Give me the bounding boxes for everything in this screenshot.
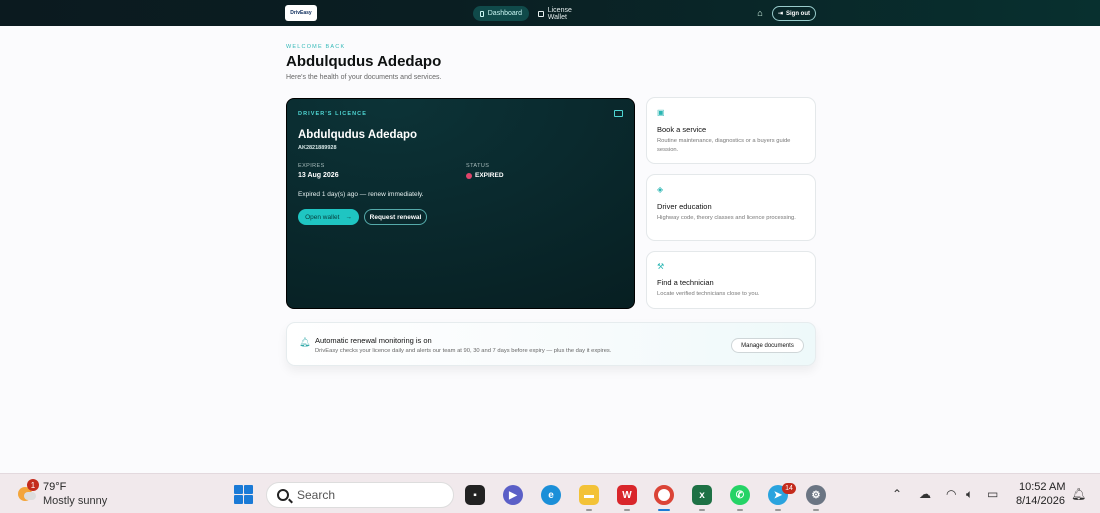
logo-text: DrivEasy bbox=[290, 10, 312, 16]
request-renewal-button[interactable]: Request renewal bbox=[364, 209, 427, 225]
wifi-icon[interactable]: ◠ bbox=[946, 487, 956, 501]
manage-documents-button[interactable]: Manage documents bbox=[731, 338, 804, 353]
expires-label: EXPIRES bbox=[298, 163, 325, 169]
service-card-book-service[interactable]: ▣ Book a service Routine maintenance, di… bbox=[646, 97, 816, 164]
calendar-icon: ▣ bbox=[657, 108, 665, 117]
sign-out-label: Sign out bbox=[786, 10, 811, 17]
bell-icon: 🔔︎ bbox=[299, 337, 311, 347]
sign-out-icon: ⇥ bbox=[777, 11, 784, 17]
file-explorer-icon[interactable]: ▬ bbox=[579, 485, 599, 505]
teams-icon[interactable]: ▶ bbox=[503, 485, 523, 505]
expiry-message: Expired 1 day(s) ago — renew immediately… bbox=[298, 191, 424, 198]
service-title: Driver education bbox=[657, 202, 712, 211]
cloud-sync-icon[interactable]: ☁ bbox=[919, 487, 931, 501]
chevron-up-icon[interactable]: ⌃ bbox=[892, 487, 902, 501]
service-description: Routine maintenance, diagnostics or a bu… bbox=[657, 138, 791, 153]
taskbar-running-indicator bbox=[624, 509, 630, 511]
weather-condition[interactable]: Mostly sunny bbox=[43, 495, 107, 507]
battery-icon[interactable]: ▭ bbox=[987, 487, 998, 501]
windows-taskbar: 1 79°F Mostly sunny Search ▪ ▶ e ▬ W x ✆… bbox=[0, 473, 1100, 513]
whatsapp-icon[interactable]: ✆ bbox=[730, 485, 750, 505]
wrench-icon: ⚒ bbox=[657, 262, 665, 271]
taskbar-running-indicator bbox=[699, 509, 705, 511]
service-card-driver-education[interactable]: ◈ Driver education Highway code, theory … bbox=[646, 174, 816, 241]
service-title: Find a technician bbox=[657, 278, 714, 287]
notification-bell-icon[interactable]: 🔔︎ bbox=[1071, 487, 1086, 501]
home-icon[interactable]: ⌂ bbox=[755, 8, 765, 18]
task-view-icon[interactable]: ▪ bbox=[465, 485, 485, 505]
search-placeholder: Search bbox=[297, 488, 336, 502]
licence-holder-name: Abdulqudus Adedapo bbox=[298, 129, 418, 141]
taskbar-running-indicator bbox=[586, 509, 592, 511]
nav-dashboard-label: Dashboard bbox=[487, 10, 522, 17]
page-subtitle: Here's the health of your documents and … bbox=[286, 74, 442, 81]
banner-title: Automatic renewal monitoring is on bbox=[315, 336, 432, 345]
service-card-find-technician[interactable]: ⚒ Find a technician Locate verified tech… bbox=[646, 251, 816, 309]
edge-browser-icon[interactable]: e bbox=[541, 485, 561, 505]
excel-icon[interactable]: x bbox=[692, 485, 712, 505]
taskbar-running-indicator bbox=[737, 509, 743, 511]
windows-start-icon[interactable] bbox=[234, 485, 253, 504]
renewal-monitoring-banner: 🔔︎ Automatic renewal monitoring is on Dr… bbox=[286, 322, 816, 366]
status-badge: EXPIRED bbox=[466, 172, 504, 179]
nav-wallet-label: License Wallet bbox=[547, 6, 572, 21]
graduation-cap-icon: ◈ bbox=[657, 185, 664, 194]
nav-dashboard-button[interactable]: Dashboard bbox=[473, 6, 529, 21]
taskbar-running-indicator bbox=[775, 509, 781, 511]
status-dot-icon bbox=[466, 172, 472, 179]
nav-license-wallet-button[interactable]: License Wallet bbox=[531, 6, 597, 21]
weather-notification-badge: 1 bbox=[27, 479, 39, 491]
licence-label: DRIVER'S LICENCE bbox=[298, 111, 368, 117]
licence-number: AK2821889928 bbox=[298, 145, 337, 151]
telegram-unread-badge: 14 bbox=[782, 483, 796, 494]
taskbar-running-indicator bbox=[813, 509, 819, 511]
open-wallet-button[interactable]: Open wallet → bbox=[298, 209, 359, 225]
wps-office-icon[interactable]: W bbox=[617, 485, 637, 505]
request-renewal-label: Request renewal bbox=[369, 213, 422, 221]
expires-value: 13 Aug 2026 bbox=[298, 172, 339, 179]
sign-out-button[interactable]: ⇥ Sign out bbox=[772, 6, 816, 21]
welcome-eyebrow: WELCOME BACK bbox=[286, 44, 346, 50]
chrome-browser-icon[interactable] bbox=[654, 485, 674, 505]
dashboard-icon bbox=[480, 10, 484, 17]
settings-gear-icon[interactable]: ⚙ bbox=[806, 485, 826, 505]
id-card-icon bbox=[614, 110, 623, 117]
search-icon bbox=[277, 489, 289, 501]
taskbar-search-box[interactable]: Search bbox=[266, 482, 454, 508]
manage-documents-label: Manage documents bbox=[741, 342, 794, 349]
page-title: Abdulqudus Adedapo bbox=[286, 53, 442, 70]
wallet-icon bbox=[538, 10, 544, 17]
app-logo[interactable]: DrivEasy bbox=[285, 5, 317, 21]
banner-description: DrivEasy checks your licence daily and a… bbox=[315, 348, 612, 354]
arrow-right-icon: → bbox=[345, 213, 352, 221]
open-wallet-label: Open wallet bbox=[305, 213, 340, 221]
weather-temperature[interactable]: 79°F bbox=[43, 481, 66, 493]
clock-time[interactable]: 10:52 AM bbox=[1019, 481, 1065, 493]
service-description: Locate verified technicians close to you… bbox=[657, 291, 760, 297]
service-title: Book a service bbox=[657, 125, 707, 134]
clock-date[interactable]: 8/14/2026 bbox=[1016, 495, 1065, 507]
service-description: Highway code, theory classes and licence… bbox=[657, 215, 796, 221]
cloud-icon bbox=[24, 492, 36, 500]
volume-icon[interactable]: 🔈︎ bbox=[966, 487, 973, 501]
top-navbar: DrivEasy Dashboard License Wallet ⌂ ⇥ Si… bbox=[0, 0, 1100, 26]
status-value: EXPIRED bbox=[475, 172, 504, 179]
drivers-licence-card: DRIVER'S LICENCE Abdulqudus Adedapo AK28… bbox=[286, 98, 635, 309]
status-label: STATUS bbox=[466, 163, 490, 169]
taskbar-active-indicator bbox=[658, 509, 670, 511]
